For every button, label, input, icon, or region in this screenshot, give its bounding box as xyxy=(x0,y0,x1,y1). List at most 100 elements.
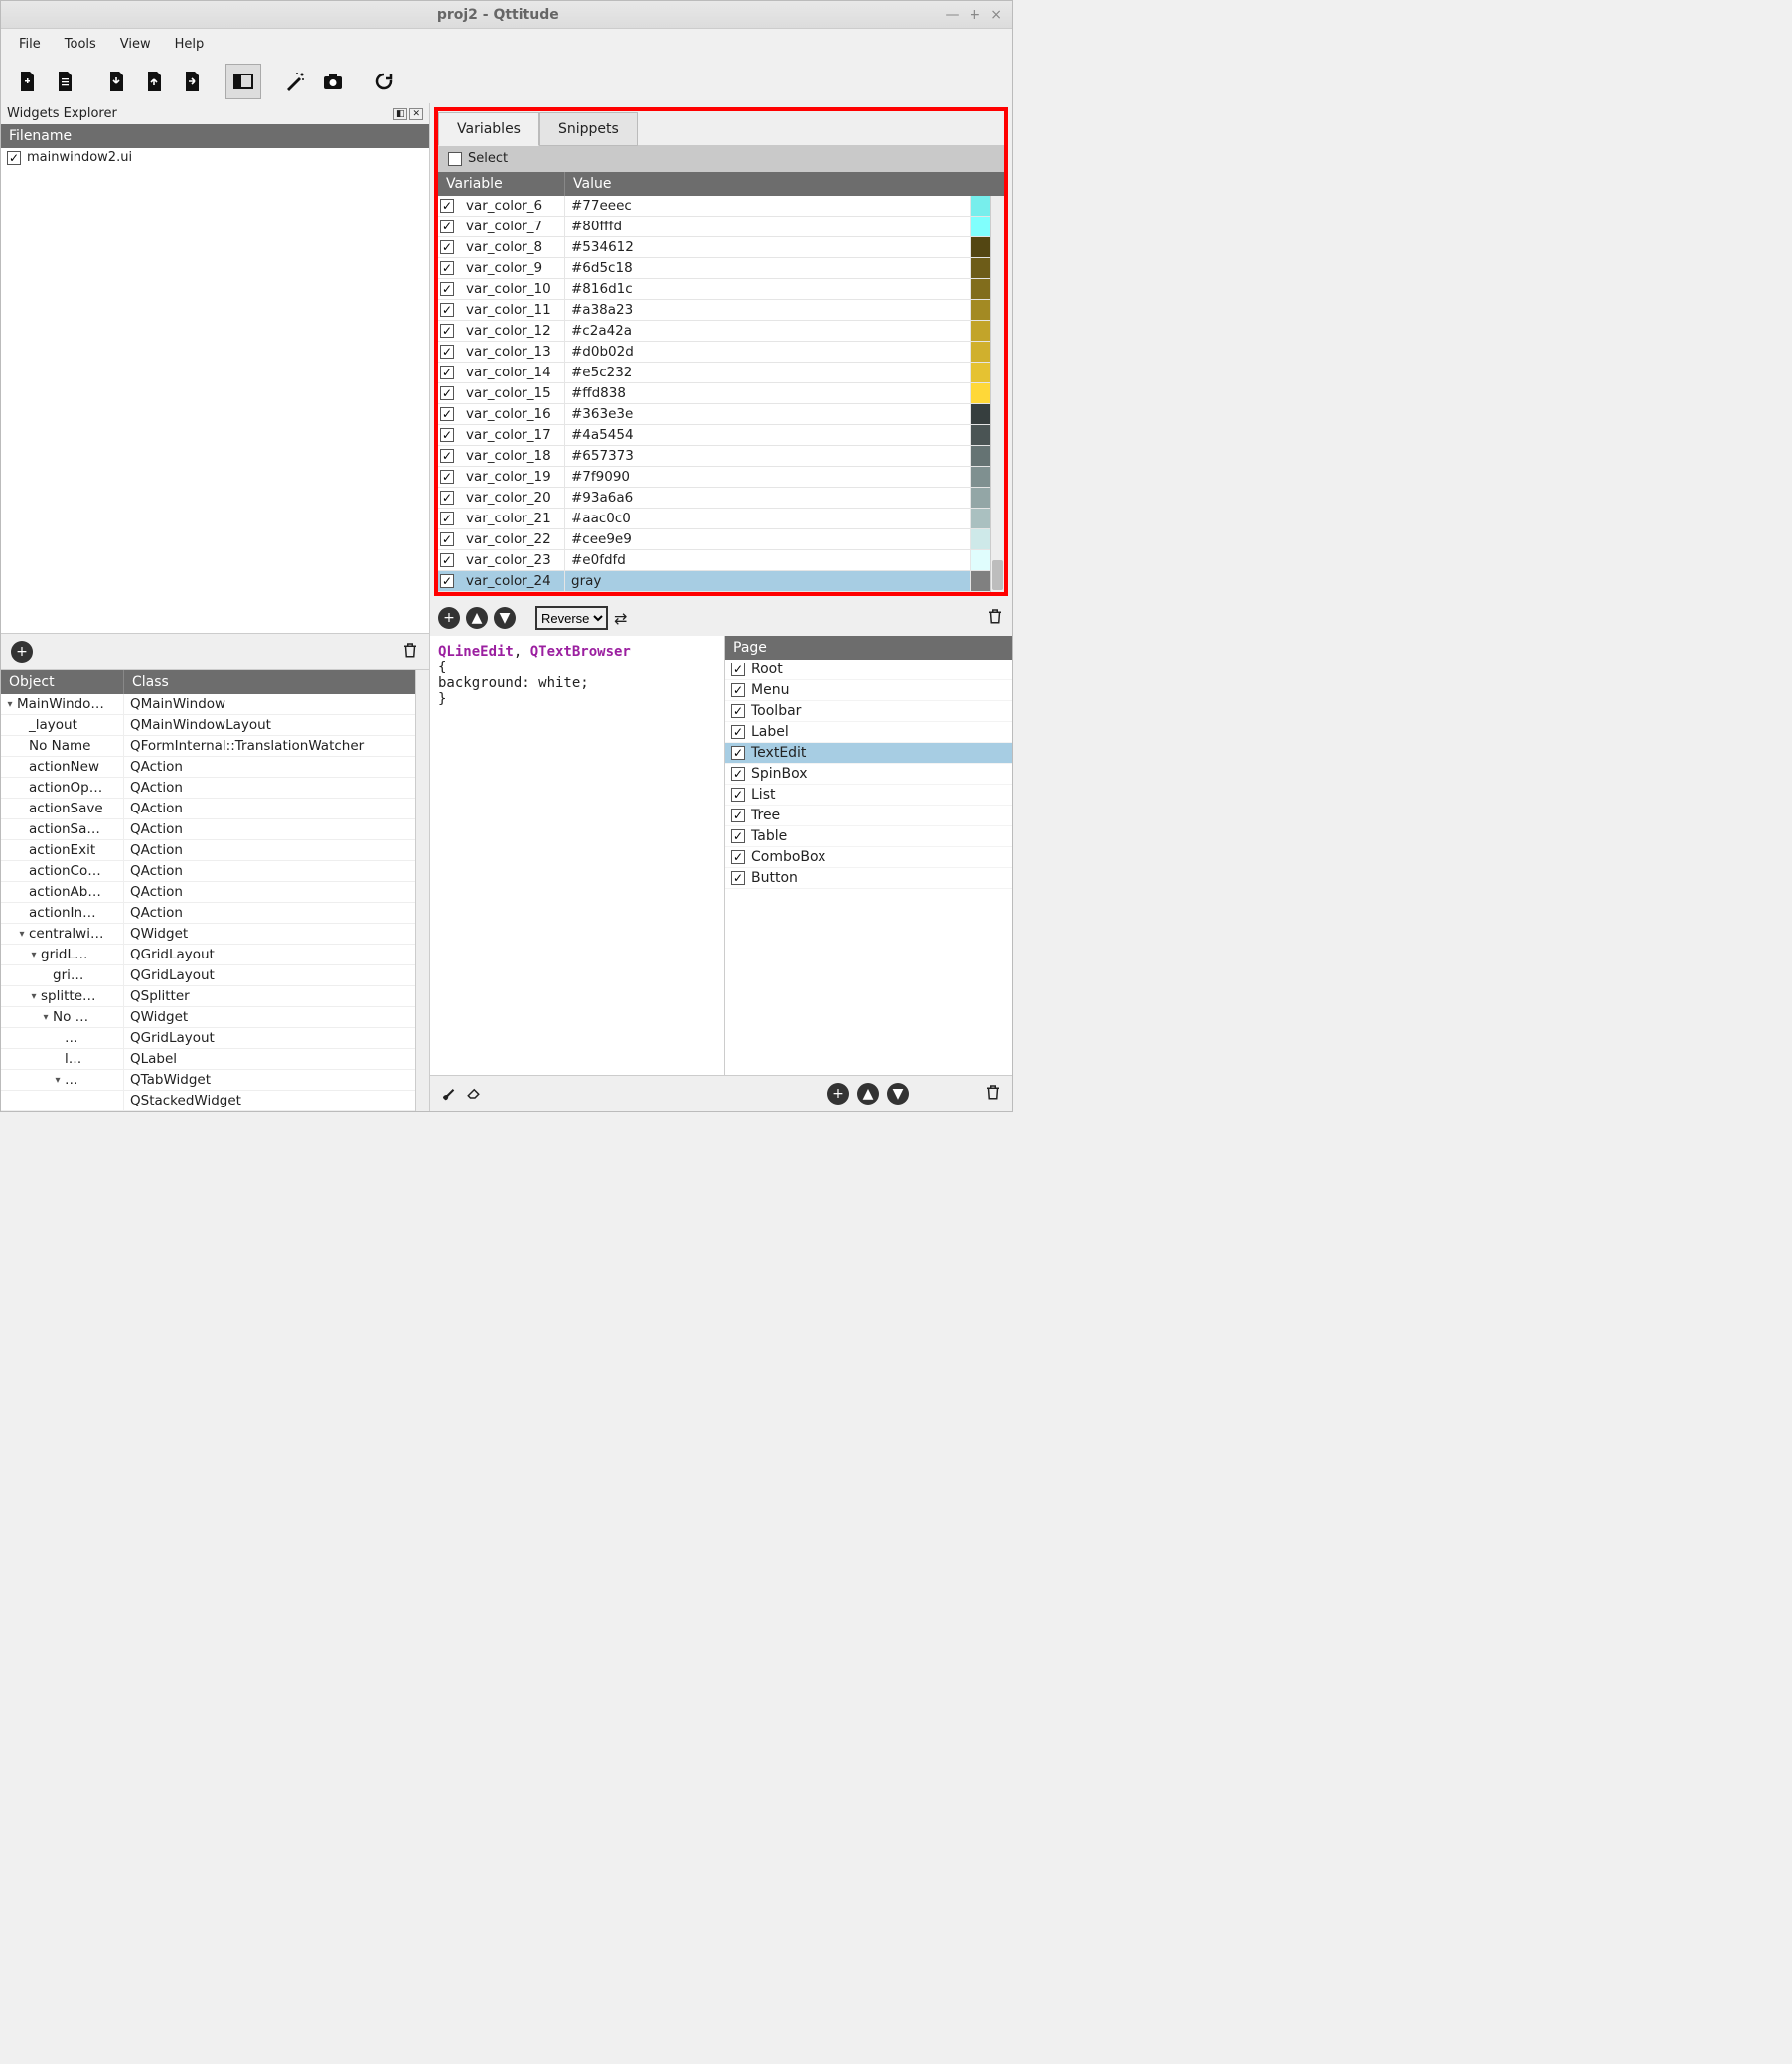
object-tree-row[interactable]: actionSa…QAction xyxy=(1,819,415,840)
page-list-item[interactable]: TextEdit xyxy=(725,743,1012,764)
tab-snippets[interactable]: Snippets xyxy=(539,112,638,146)
page-list-item[interactable]: Label xyxy=(725,722,1012,743)
page-checkbox[interactable] xyxy=(731,746,745,760)
object-tree-row[interactable]: ▾centralwi…QWidget xyxy=(1,924,415,945)
expand-arrow-icon[interactable]: ▾ xyxy=(29,950,39,960)
window-maximize-icon[interactable]: + xyxy=(970,7,981,23)
variable-row[interactable]: var_color_22#cee9e9 xyxy=(438,529,990,550)
color-swatch[interactable] xyxy=(971,217,990,236)
object-tree-scrollbar[interactable] xyxy=(415,670,429,1111)
page-checkbox[interactable] xyxy=(731,683,745,697)
tb-export-file-icon[interactable] xyxy=(174,64,210,99)
variable-checkbox[interactable] xyxy=(440,324,454,338)
stylesheet-editor[interactable]: QLineEdit, QTextBrowser { background: wh… xyxy=(430,636,724,1075)
menu-tools[interactable]: Tools xyxy=(55,33,106,56)
variable-checkbox[interactable] xyxy=(440,282,454,296)
variable-checkbox[interactable] xyxy=(440,491,454,505)
menu-file[interactable]: File xyxy=(9,33,51,56)
object-tree-row[interactable]: ▾No …QWidget xyxy=(1,1007,415,1028)
page-trash-icon[interactable] xyxy=(984,1082,1002,1106)
variable-checkbox[interactable] xyxy=(440,407,454,421)
tb-new-file-icon[interactable] xyxy=(9,64,45,99)
variable-row[interactable]: var_color_17#4a5454 xyxy=(438,425,990,446)
color-swatch[interactable] xyxy=(971,488,990,508)
tb-document-icon[interactable] xyxy=(47,64,82,99)
trash-icon[interactable] xyxy=(401,640,419,663)
page-list-item[interactable]: Button xyxy=(725,868,1012,889)
variable-checkbox[interactable] xyxy=(440,386,454,400)
variable-row[interactable]: var_color_6#77eeec xyxy=(438,196,990,217)
select-all-checkbox[interactable] xyxy=(448,152,462,166)
add-icon[interactable]: + xyxy=(11,641,33,663)
variable-checkbox[interactable] xyxy=(440,220,454,233)
variable-row[interactable]: var_color_12#c2a42a xyxy=(438,321,990,342)
object-tree-row[interactable]: ▾…QTabWidget xyxy=(1,1070,415,1091)
page-list-item[interactable]: List xyxy=(725,785,1012,806)
shuffle-icon[interactable]: ⇄ xyxy=(614,609,627,628)
color-swatch[interactable] xyxy=(971,404,990,424)
move-up-icon[interactable]: ▲ xyxy=(466,607,488,629)
window-close-icon[interactable]: × xyxy=(990,7,1002,23)
color-swatch[interactable] xyxy=(971,571,990,591)
variable-checkbox[interactable] xyxy=(440,553,454,567)
page-down-icon[interactable]: ▼ xyxy=(887,1083,909,1105)
page-list-item[interactable]: Tree xyxy=(725,806,1012,826)
page-checkbox[interactable] xyxy=(731,725,745,739)
variable-row[interactable]: var_color_21#aac0c0 xyxy=(438,509,990,529)
page-up-icon[interactable]: ▲ xyxy=(857,1083,879,1105)
variable-checkbox[interactable] xyxy=(440,240,454,254)
file-row[interactable]: mainwindow2.ui xyxy=(1,148,429,167)
variable-checkbox[interactable] xyxy=(440,199,454,213)
variables-scrollbar[interactable] xyxy=(990,196,1004,592)
variable-row[interactable]: var_color_14#e5c232 xyxy=(438,363,990,383)
object-tree-row[interactable]: actionSaveQAction xyxy=(1,799,415,819)
menu-help[interactable]: Help xyxy=(165,33,215,56)
object-tree-row[interactable]: l…QLabel xyxy=(1,1049,415,1070)
variable-checkbox[interactable] xyxy=(440,345,454,359)
panel-close-icon[interactable]: ✕ xyxy=(409,108,423,120)
object-tree-row[interactable]: …QGridLayout xyxy=(1,1028,415,1049)
file-checkbox[interactable] xyxy=(7,151,21,165)
page-list-item[interactable]: Root xyxy=(725,660,1012,680)
variable-row[interactable]: var_color_15#ffd838 xyxy=(438,383,990,404)
color-swatch[interactable] xyxy=(971,363,990,382)
object-tree-row[interactable]: actionExitQAction xyxy=(1,840,415,861)
variable-checkbox[interactable] xyxy=(440,449,454,463)
color-swatch[interactable] xyxy=(971,196,990,216)
object-tree-row[interactable]: _layoutQMainWindowLayout xyxy=(1,715,415,736)
page-list-item[interactable]: Menu xyxy=(725,680,1012,701)
variable-row[interactable]: var_color_16#363e3e xyxy=(438,404,990,425)
color-swatch[interactable] xyxy=(971,550,990,570)
tb-wand-icon[interactable] xyxy=(277,64,313,99)
tb-refresh-icon[interactable] xyxy=(367,64,402,99)
variable-row[interactable]: var_color_18#657373 xyxy=(438,446,990,467)
variable-row[interactable]: var_color_13#d0b02d xyxy=(438,342,990,363)
window-minimize-icon[interactable]: — xyxy=(946,7,960,23)
variable-row[interactable]: var_color_8#534612 xyxy=(438,237,990,258)
color-swatch[interactable] xyxy=(971,237,990,257)
menu-view[interactable]: View xyxy=(110,33,161,56)
color-swatch[interactable] xyxy=(971,279,990,299)
page-list-item[interactable]: Table xyxy=(725,826,1012,847)
page-checkbox[interactable] xyxy=(731,663,745,676)
color-swatch[interactable] xyxy=(971,321,990,341)
page-add-icon[interactable]: + xyxy=(827,1083,849,1105)
page-checkbox[interactable] xyxy=(731,850,745,864)
color-swatch[interactable] xyxy=(971,529,990,549)
variable-checkbox[interactable] xyxy=(440,532,454,546)
color-swatch[interactable] xyxy=(971,425,990,445)
color-swatch[interactable] xyxy=(971,467,990,487)
variable-row[interactable]: var_color_7#80fffd xyxy=(438,217,990,237)
panel-float-icon[interactable]: ◧ xyxy=(393,108,408,120)
page-list-item[interactable]: ComboBox xyxy=(725,847,1012,868)
page-list-item[interactable]: Toolbar xyxy=(725,701,1012,722)
move-down-icon[interactable]: ▼ xyxy=(494,607,516,629)
page-checkbox[interactable] xyxy=(731,871,745,885)
object-tree-row[interactable]: ▾splitte…QSplitter xyxy=(1,986,415,1007)
expand-arrow-icon[interactable]: ▾ xyxy=(17,929,27,940)
object-tree-row[interactable]: No NameQFormInternal::TranslationWatcher xyxy=(1,736,415,757)
variable-row[interactable]: var_color_23#e0fdfd xyxy=(438,550,990,571)
trash-variables-icon[interactable] xyxy=(986,606,1004,630)
color-swatch[interactable] xyxy=(971,383,990,403)
color-swatch[interactable] xyxy=(971,342,990,362)
